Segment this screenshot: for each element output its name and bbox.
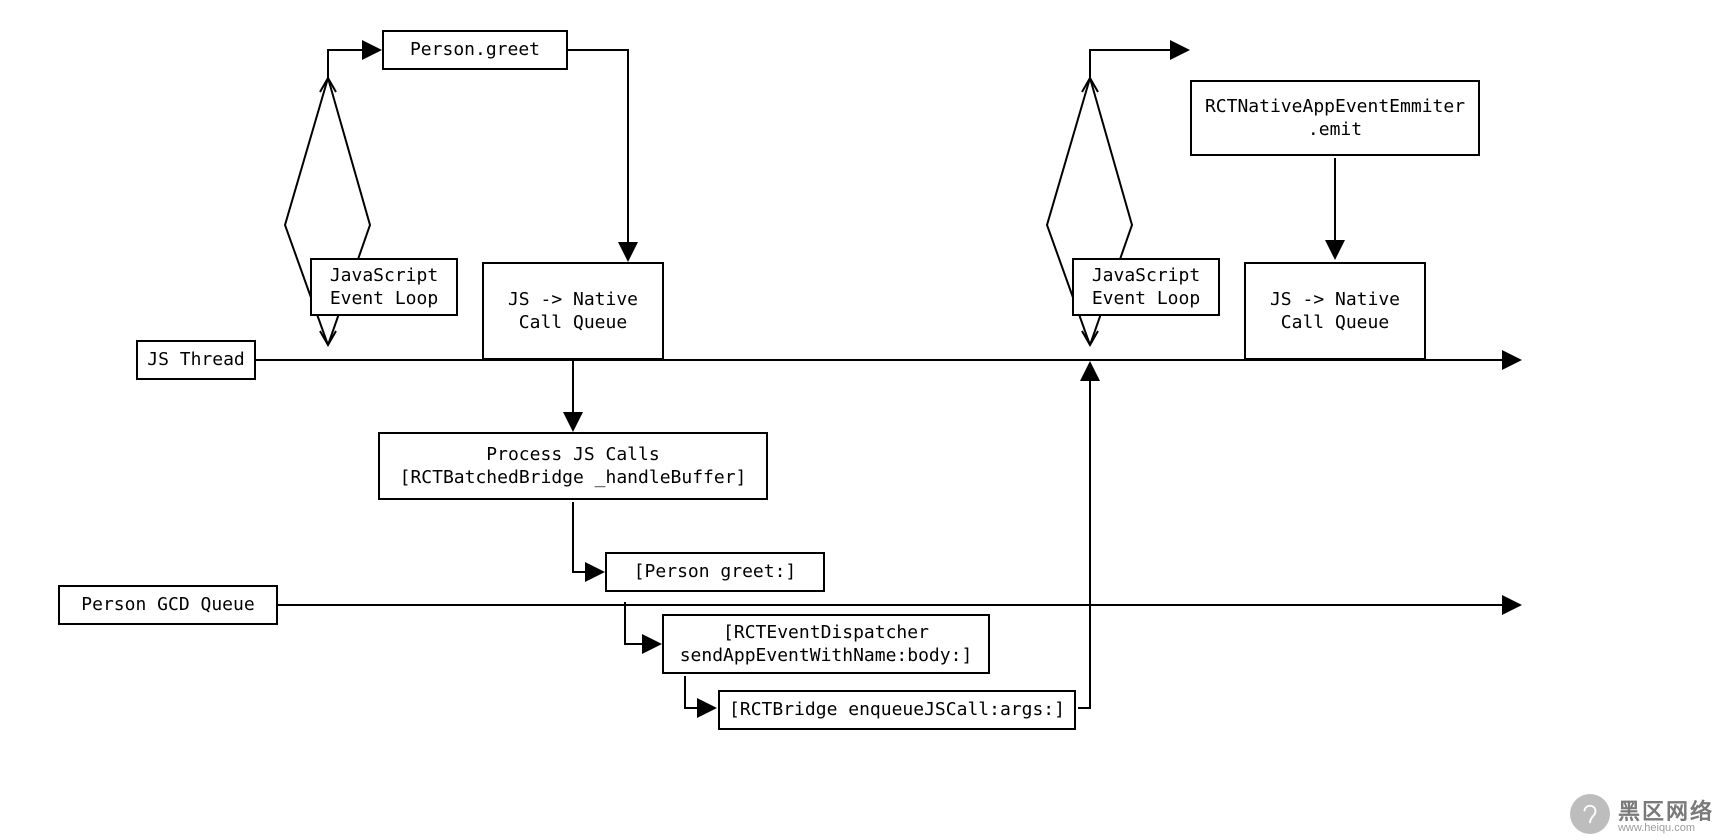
lane-js-thread-label: JS Thread [136, 340, 256, 380]
box-js-event-loop-right: JavaScript Event Loop [1072, 258, 1220, 316]
box-js-native-call-queue-left: JS -> Native Call Queue [482, 262, 664, 360]
watermark-url: www.heiqu.com [1618, 822, 1695, 834]
box-native-app-event-emitter: RCTNativeAppEventEmmiter .emit [1190, 80, 1480, 156]
diagram-stage: JS Thread Person GCD Queue Person.greet … [0, 0, 1726, 840]
box-person-greet-js: Person.greet [382, 30, 568, 70]
lane-gcd-queue-label: Person GCD Queue [58, 585, 278, 625]
box-event-dispatcher: [RCTEventDispatcher sendAppEventWithName… [662, 614, 990, 674]
box-js-native-call-queue-right: JS -> Native Call Queue [1244, 262, 1426, 360]
watermark: 黑区网络 www.heiqu.com [1570, 794, 1714, 834]
box-js-event-loop-left: JavaScript Event Loop [310, 258, 458, 316]
box-enqueue-js-call: [RCTBridge enqueueJSCall:args:] [718, 690, 1076, 730]
box-process-js-calls: Process JS Calls [RCTBatchedBridge _hand… [378, 432, 768, 500]
watermark-icon [1570, 794, 1610, 834]
box-person-greet-native: [Person greet:] [605, 552, 825, 592]
